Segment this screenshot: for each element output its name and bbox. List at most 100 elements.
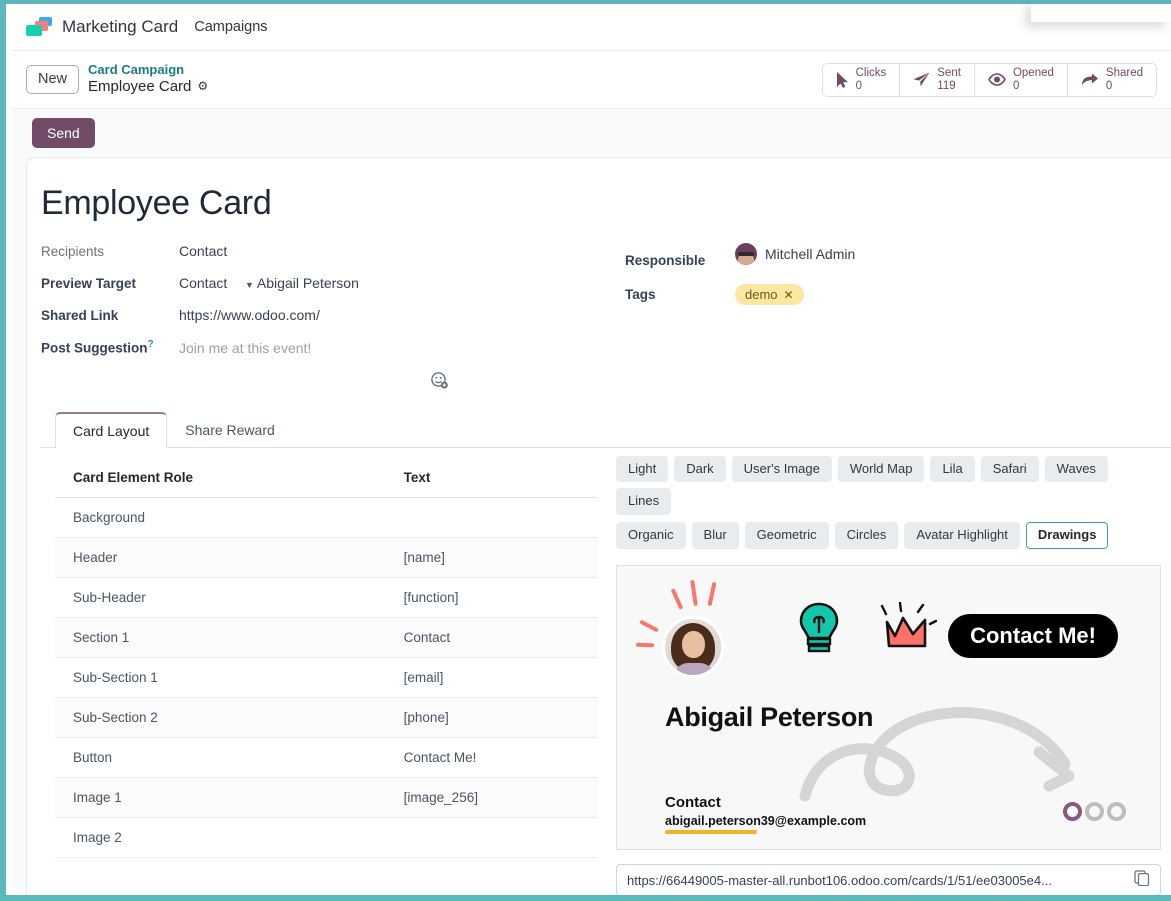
- copy-icon[interactable]: [1134, 870, 1150, 891]
- table-row[interactable]: Sub-Section 1 [email]: [55, 657, 598, 697]
- brand-name: Marketing Card: [62, 17, 178, 37]
- field-label-shared-link: Shared Link: [41, 308, 179, 323]
- cell-text: [name]: [392, 537, 598, 577]
- cell-text: [392, 817, 598, 857]
- field-shared-link: Shared Link https://www.odoo.com/: [41, 307, 621, 323]
- field-value-recipients[interactable]: Contact: [179, 243, 227, 259]
- style-chip-row-2: Organic Blur Geometric Circles Avatar Hi…: [616, 522, 1161, 549]
- field-value-tags[interactable]: demo ✕: [735, 284, 804, 305]
- style-chip-waves[interactable]: Waves: [1045, 456, 1108, 483]
- table-row[interactable]: Header [name]: [55, 537, 598, 577]
- style-chip-safari[interactable]: Safari: [981, 456, 1039, 483]
- add-emoji-icon[interactable]: [431, 372, 621, 393]
- cell-role: Image 1: [55, 777, 392, 817]
- table-row[interactable]: Button Contact Me!: [55, 737, 598, 777]
- page-title: Employee Card: [41, 184, 1171, 223]
- cell-role: Sub-Section 2: [55, 697, 392, 737]
- field-label-tags: Tags: [625, 287, 735, 302]
- stat-button-clicks[interactable]: Clicks 0: [823, 64, 901, 96]
- card-layout-table: Card Element Role Text Background Header: [55, 456, 598, 858]
- style-chip-dark[interactable]: Dark: [674, 456, 725, 483]
- style-chip-circles[interactable]: Circles: [835, 522, 899, 549]
- style-chip-geometric[interactable]: Geometric: [745, 522, 829, 549]
- style-chip-drawings[interactable]: Drawings: [1026, 522, 1109, 549]
- card-preview[interactable]: Contact Me! Abigail Peterson Contact abi…: [616, 565, 1161, 850]
- avatar: [735, 243, 757, 265]
- style-chip-blur[interactable]: Blur: [692, 522, 739, 549]
- field-value-responsible[interactable]: Mitchell Admin: [735, 243, 855, 265]
- breadcrumb-parent[interactable]: Card Campaign: [88, 63, 208, 78]
- cell-text: [392, 497, 598, 537]
- field-post-suggestion: Post Suggestion? Join me at this event!: [41, 339, 621, 356]
- tab-share-reward[interactable]: Share Reward: [167, 412, 293, 448]
- cell-text: Contact Me!: [392, 737, 598, 777]
- style-chip-light[interactable]: Light: [616, 456, 668, 483]
- stat-button-opened[interactable]: Opened 0: [975, 64, 1068, 96]
- table-row[interactable]: Sub-Section 2 [phone]: [55, 697, 598, 737]
- spark-decoration: [708, 582, 717, 606]
- table-row[interactable]: Sub-Header [function]: [55, 577, 598, 617]
- form-column-left: Recipients Contact Preview Target Contac…: [41, 243, 621, 393]
- field-label-responsible: Responsible: [625, 253, 735, 268]
- close-icon[interactable]: ✕: [784, 288, 794, 302]
- spark-decoration: [690, 580, 698, 606]
- table-row[interactable]: Image 2: [55, 817, 598, 857]
- table-row[interactable]: Image 1 [image_256]: [55, 777, 598, 817]
- card-url-bar[interactable]: https://66449005-master-all.runbot106.od…: [616, 864, 1161, 895]
- cell-text: [email]: [392, 657, 598, 697]
- field-value-preview-target-record[interactable]: ▼Abigail Peterson: [245, 275, 359, 291]
- field-responsible: Responsible Mitchell Admin: [625, 243, 1171, 268]
- style-chip-group: Light Dark User's Image World Map Lila S…: [616, 456, 1161, 550]
- share-arrow-icon: [1081, 73, 1099, 87]
- form-fields: Recipients Contact Preview Target Contac…: [41, 243, 1171, 393]
- help-icon[interactable]: ?: [148, 339, 154, 350]
- navbar: Marketing Card Campaigns: [12, 4, 1171, 50]
- column-header-text[interactable]: Text: [392, 456, 598, 498]
- field-value-preview-target-model[interactable]: Contact: [179, 275, 245, 291]
- overlay-panel: [1031, 0, 1171, 22]
- nav-item-campaigns[interactable]: Campaigns: [194, 19, 267, 35]
- stat-label-shared: Shared: [1106, 67, 1143, 79]
- cell-role: Sub-Header: [55, 577, 392, 617]
- send-button[interactable]: Send: [32, 118, 95, 148]
- style-chip-users-image[interactable]: User's Image: [732, 456, 832, 483]
- field-value-shared-link[interactable]: https://www.odoo.com/: [179, 307, 320, 323]
- stat-value-sent: 119: [937, 80, 961, 92]
- card-section-label: Contact: [665, 794, 721, 811]
- spark-decoration: [639, 620, 659, 633]
- table-row[interactable]: Background: [55, 497, 598, 537]
- cell-role: Section 1: [55, 617, 392, 657]
- cell-role: Image 2: [55, 817, 392, 857]
- field-value-post-suggestion[interactable]: Join me at this event!: [179, 340, 311, 356]
- contact-me-button[interactable]: Contact Me!: [948, 614, 1118, 658]
- tab-card-layout[interactable]: Card Layout: [55, 412, 167, 448]
- gear-icon[interactable]: ⚙: [197, 80, 208, 94]
- brand[interactable]: Marketing Card: [26, 17, 178, 37]
- style-chip-organic[interactable]: Organic: [616, 522, 686, 549]
- style-chip-lila[interactable]: Lila: [930, 456, 974, 483]
- card-email: abigail.peterson39@example.com: [665, 814, 866, 828]
- style-chip-world-map[interactable]: World Map: [838, 456, 925, 483]
- stat-label-sent: Sent: [937, 67, 961, 79]
- tag-label: demo: [745, 287, 778, 302]
- marketing-card-logo-icon: [26, 17, 52, 37]
- cell-text: [image_256]: [392, 777, 598, 817]
- breadcrumb-current: Employee Card: [88, 78, 191, 95]
- card-name: Abigail Peterson: [665, 702, 873, 733]
- field-preview-target: Preview Target Contact ▼Abigail Peterson: [41, 275, 621, 291]
- stat-button-shared[interactable]: Shared 0: [1068, 64, 1156, 96]
- cell-text: [function]: [392, 577, 598, 617]
- form-sheet: Employee Card Recipients Contact Preview…: [26, 157, 1171, 895]
- stat-button-sent[interactable]: Sent 119: [900, 64, 975, 96]
- status-badge[interactable]: demo ✕: [735, 284, 804, 305]
- stat-value-clicks: 0: [856, 80, 887, 92]
- new-button[interactable]: New: [26, 65, 79, 95]
- style-chip-avatar-highlight[interactable]: Avatar Highlight: [904, 522, 1020, 549]
- card-style-panel: Light Dark User's Image World Map Lila S…: [598, 456, 1171, 896]
- style-chip-lines[interactable]: Lines: [616, 488, 671, 515]
- field-recipients: Recipients Contact: [41, 243, 621, 259]
- stat-buttons: Clicks 0 Sent 119 Opened 0: [822, 63, 1157, 97]
- field-label-post-suggestion: Post Suggestion?: [41, 339, 179, 356]
- table-row[interactable]: Section 1 Contact: [55, 617, 598, 657]
- column-header-role[interactable]: Card Element Role: [55, 456, 392, 498]
